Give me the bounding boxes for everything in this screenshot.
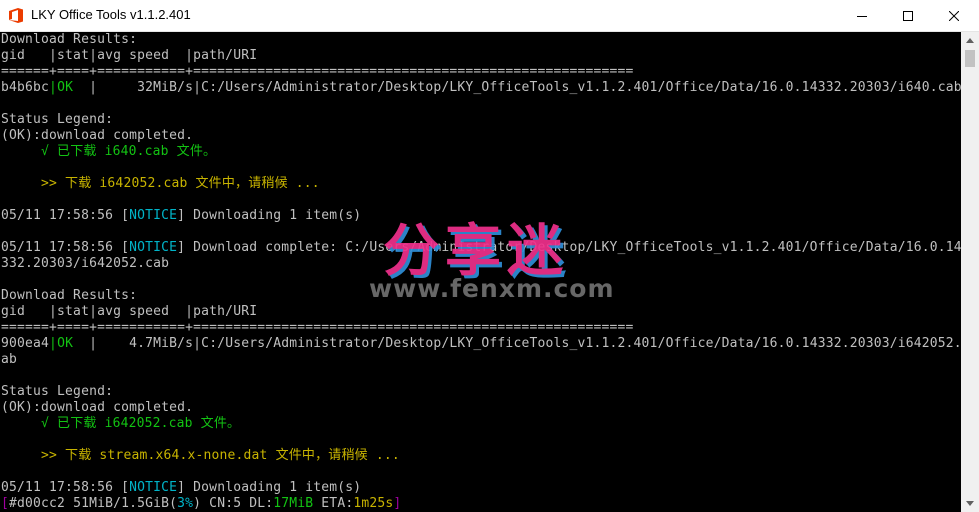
- chevron-up-icon: [966, 38, 974, 43]
- console-line: 332.20303/i642052.cab: [1, 256, 170, 271]
- office-icon: [9, 8, 23, 23]
- gid-text: b4b6bc: [1, 80, 50, 95]
- notice-tag: NOTICE: [129, 480, 178, 495]
- vertical-scrollbar[interactable]: [961, 32, 979, 512]
- pending-message: >> 下载 i642052.cab 文件中，请稍候 ...: [1, 176, 320, 191]
- console-output[interactable]: Download Results: gid |stat|avg speed |p…: [0, 32, 961, 512]
- maximize-icon: [903, 10, 913, 21]
- console-line: 900ea4|OK | 4.7MiB/s|C:/Users/Administra…: [1, 336, 961, 351]
- console-window: LKY Office Tools v1.1.2.401 Download Res…: [0, 0, 979, 512]
- console-line: gid |stat|avg speed |path/URI: [1, 48, 258, 63]
- minimize-button[interactable]: [839, 0, 885, 31]
- console-line: 05/11 17:58:56 [NOTICE] Downloading 1 it…: [1, 480, 362, 495]
- console-line: (OK):download completed.: [1, 400, 194, 415]
- notice-tag: NOTICE: [129, 240, 178, 255]
- eta-value: 1m25s: [353, 496, 394, 511]
- console-line: Status Legend:: [1, 112, 114, 127]
- title-bar[interactable]: LKY Office Tools v1.1.2.401: [0, 0, 979, 32]
- completed-message: √ 已下载 i642052.cab 文件。: [1, 416, 241, 431]
- console-line: b4b6bc|OK | 32MiB/s|C:/Users/Administrat…: [1, 80, 961, 95]
- progress-line: [#d00cc2 51MiB/1.5GiB(3%) CN:5 DL:17MiB …: [1, 496, 402, 511]
- console-line: ======+====+===========+================…: [1, 64, 634, 79]
- ok-status: OK: [57, 336, 74, 351]
- console-line: ab: [1, 352, 18, 367]
- console-line: gid |stat|avg speed |path/URI: [1, 304, 258, 319]
- scroll-down-button[interactable]: [961, 495, 979, 512]
- console-line: Download Results:: [1, 288, 138, 303]
- console-line: (OK):download completed.: [1, 128, 194, 143]
- download-speed: 17MiB: [273, 496, 314, 511]
- console-line: 05/11 17:58:56 [NOTICE] Download complet…: [1, 240, 961, 255]
- notice-tag: NOTICE: [129, 208, 178, 223]
- gid-text: 900ea4: [1, 336, 50, 351]
- maximize-button[interactable]: [885, 0, 931, 31]
- close-icon: [949, 10, 959, 21]
- console-line: Download Results:: [1, 32, 138, 47]
- minimize-icon: [857, 15, 867, 17]
- chevron-down-icon: [966, 501, 974, 506]
- scrollbar-thumb[interactable]: [965, 50, 975, 67]
- scroll-up-button[interactable]: [961, 32, 979, 49]
- close-button[interactable]: [931, 0, 977, 31]
- completed-message: √ 已下载 i640.cab 文件。: [1, 144, 217, 159]
- progress-percent: 3%: [177, 496, 194, 511]
- window-title: LKY Office Tools v1.1.2.401: [31, 7, 191, 22]
- console-line: 05/11 17:58:56 [NOTICE] Downloading 1 it…: [1, 208, 362, 223]
- pending-message: >> 下载 stream.x64.x-none.dat 文件中，请稍候 ...: [1, 448, 400, 463]
- console-line: ======+====+===========+================…: [1, 320, 634, 335]
- console-line: Status Legend:: [1, 384, 114, 399]
- ok-status: OK: [57, 80, 74, 95]
